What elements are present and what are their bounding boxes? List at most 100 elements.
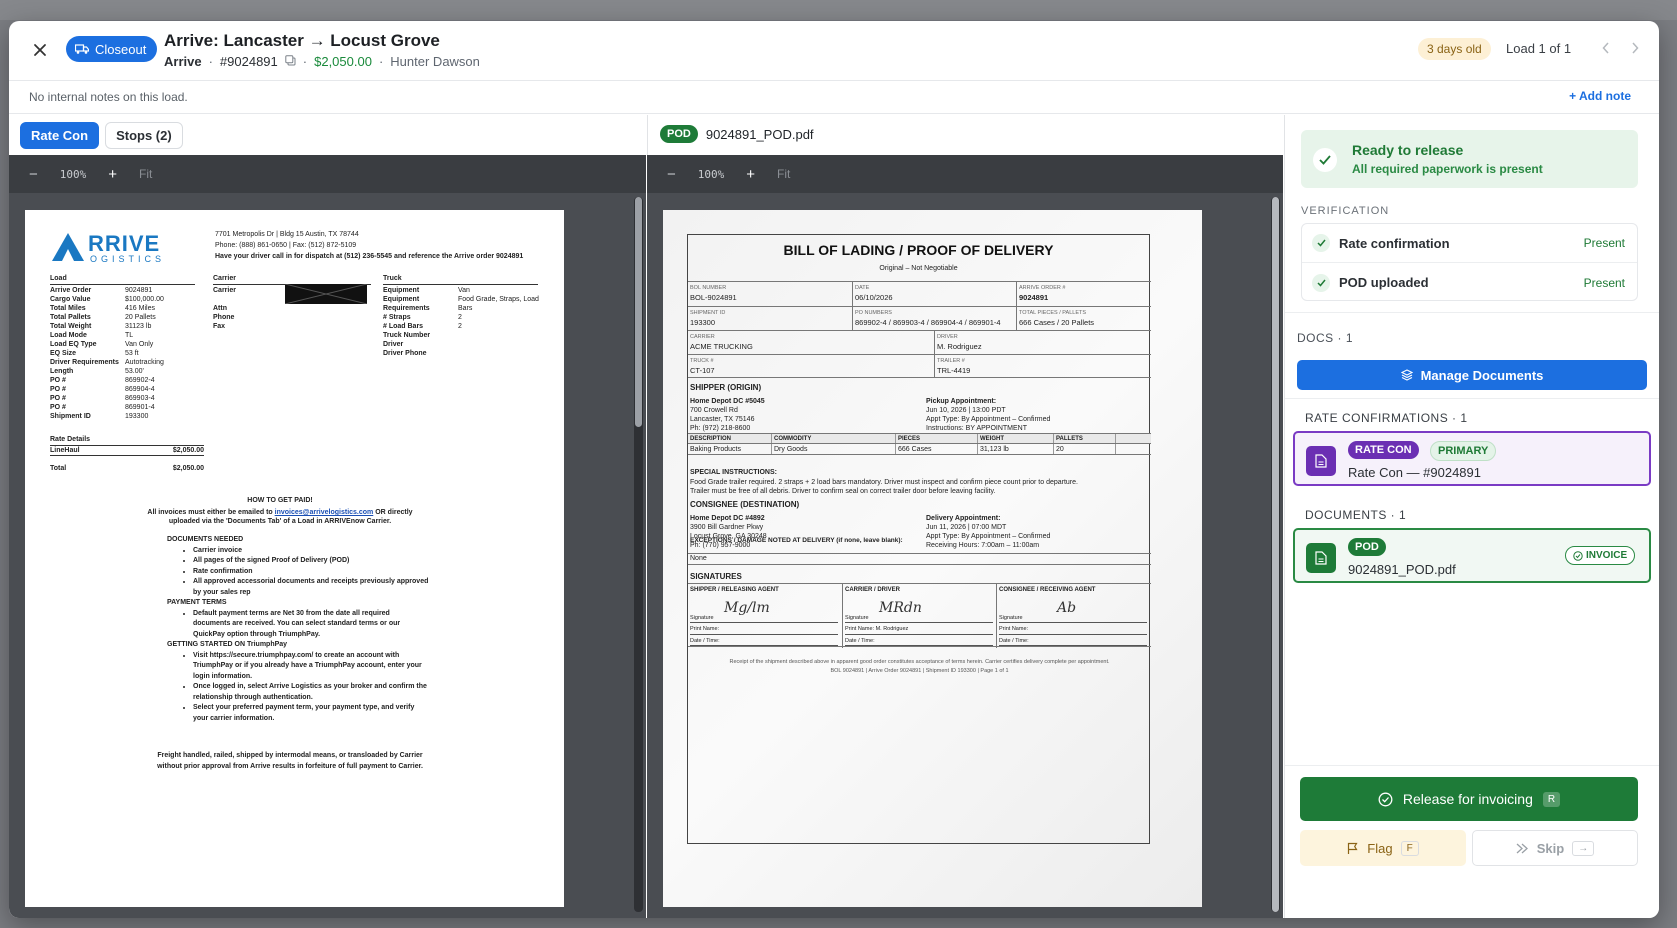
- bol-label: BOL NUMBER: [690, 285, 727, 291]
- bol-delivery-lines: Delivery Appointment: Jun 11, 2026 | 07:0…: [926, 514, 1050, 550]
- arrive-logo: RRIVE OGISTICS: [50, 229, 205, 265]
- bol-cargo-header: DESCRIPTION COMMODITY PIECES WEIGHT PALLETS: [688, 433, 1151, 444]
- bol-print-name: Print Name: M. Rodriguez: [845, 626, 909, 632]
- verification-header: VERIFICATION: [1301, 205, 1390, 217]
- copy-icon: [285, 55, 296, 66]
- rc-key: Driver: [383, 341, 404, 348]
- rc-value: TL: [125, 332, 134, 339]
- bol-signature-mark: Mg/lm: [724, 600, 770, 616]
- rc-list-item: Rate confirmation: [193, 567, 429, 578]
- rc-value: Food Grade, Straps, Load Bars: [458, 296, 539, 312]
- rc-addr-line: 7701 Metropolis Dr | Bldg 15 Austin, TX …: [215, 231, 359, 238]
- copy-button[interactable]: [285, 54, 296, 69]
- pod-card-name: 9024891_POD.pdf: [1348, 562, 1456, 577]
- rc-key: Cargo Value: [50, 296, 91, 303]
- rc-key: Shipment ID: [50, 413, 91, 420]
- bol-cell: TOTAL PIECES / PALLETS 666 Cases / 20 Pal…: [1016, 306, 1151, 330]
- bol-cell: TRAILER # TRL-4419: [934, 354, 1151, 378]
- zoom-in-button[interactable]: +: [746, 166, 755, 183]
- bol-cargo-cell: Dry Goods: [772, 444, 896, 454]
- load-counter: Load 1 of 1: [1506, 41, 1572, 56]
- tab-rate-con[interactable]: Rate Con: [20, 122, 100, 149]
- bol-line: Lancaster, TX 75146: [690, 416, 755, 423]
- rc-key: Driver Phone: [383, 350, 427, 357]
- rc-key: Total Miles: [50, 305, 86, 312]
- close-button[interactable]: [29, 39, 51, 61]
- check-status: Present: [1583, 236, 1625, 250]
- rc-how-text: All invoices must either be emailed to i…: [135, 508, 425, 526]
- divider: [1285, 398, 1659, 399]
- rc-addr-line: Phone: (888) 861-0650 | Fax: (512) 872-5…: [215, 242, 357, 249]
- rc-truck-row: # Straps 2: [383, 313, 543, 322]
- zoom-in-button[interactable]: +: [108, 166, 117, 183]
- manage-documents-button[interactable]: Manage Documents: [1297, 360, 1647, 390]
- rc-value: Van Only: [125, 341, 154, 348]
- rc-value: 9024891: [125, 287, 153, 294]
- bol-sig-line: [845, 634, 993, 635]
- bol-label: DRIVER: [937, 334, 958, 340]
- bol-label: SHIPMENT ID: [690, 310, 726, 316]
- bol-label: CARRIER: [690, 334, 715, 340]
- zoom-out-button[interactable]: −: [667, 166, 676, 183]
- bol-cell: TRUCK # CT-107: [688, 354, 934, 378]
- ready-banner: Ready to release All required paperwork …: [1301, 130, 1638, 188]
- skip-button[interactable]: Skip →: [1472, 830, 1638, 866]
- fit-button[interactable]: Fit: [139, 167, 152, 181]
- bol-signature-mark: Ab: [1057, 600, 1077, 616]
- bol-line: 700 Crowell Rd: [690, 407, 738, 414]
- pdf-viewer[interactable]: RRIVE OGISTICS 7701 Metropolis Dr | Bldg…: [9, 193, 646, 918]
- next-load-button[interactable]: [1626, 39, 1644, 57]
- rc-truck-row: Driver: [383, 340, 543, 349]
- check-pod-uploaded: POD uploaded Present: [1302, 263, 1637, 302]
- rc-how-title: HOW TO GET PAID!: [247, 497, 313, 504]
- pod-card[interactable]: POD 9024891_POD.pdf INVOICE: [1293, 528, 1651, 583]
- release-for-invoicing-button[interactable]: Release for invoicing R: [1300, 777, 1638, 821]
- flag-button[interactable]: Flag F: [1300, 830, 1466, 866]
- chevron-right-icon: [1632, 42, 1639, 54]
- rc-total-value: $2,050.00: [172, 465, 204, 472]
- add-note-button[interactable]: + Add note: [1569, 89, 1631, 103]
- ready-subtitle: All required paperwork is present: [1352, 162, 1543, 176]
- rc-truck-table: Equipment Van Equipment Requirements Food G…: [383, 286, 543, 358]
- redaction-x-icon: [284, 283, 368, 305]
- rc-value: 869902-4: [125, 377, 155, 384]
- scrollbar[interactable]: [1271, 197, 1280, 912]
- load-meta: Arrive · #9024891 · $2,050.00 · Hunter D…: [164, 54, 480, 69]
- flag-label: Flag: [1367, 840, 1393, 856]
- bol-cargo-cell: 31,123 lb: [978, 444, 1054, 454]
- bol-special-1: Food Grade trailer required. 2 straps + …: [690, 479, 1078, 486]
- status-chip[interactable]: Closeout: [66, 36, 158, 62]
- release-label: Release for invoicing: [1402, 791, 1533, 807]
- rc-value: 31123 lb: [125, 323, 152, 330]
- rc-value: 53.00': [125, 368, 144, 375]
- truck-icon: [75, 44, 89, 54]
- rc-docs-list: Carrier invoiceAll pages of the signed P…: [193, 546, 429, 599]
- verification-list: Rate confirmation Present POD uploaded P…: [1301, 223, 1638, 301]
- zoom-out-button[interactable]: −: [29, 166, 38, 183]
- rate-con-card[interactable]: RATE CON PRIMARY Rate Con — #9024891: [1293, 431, 1651, 486]
- rc-linehaul-label: LineHaul: [50, 447, 80, 454]
- prev-load-button[interactable]: [1597, 39, 1615, 57]
- pdf-viewer[interactable]: BILL OF LADING / PROOF OF DELIVERY Origi…: [647, 193, 1283, 918]
- rc-carrier-row: Attn: [213, 304, 363, 313]
- release-shortcut: R: [1542, 791, 1561, 807]
- modal-header: Closeout Arrive: Lancaster → Locust Grov…: [9, 21, 1659, 81]
- scrollbar[interactable]: [634, 197, 643, 912]
- bol-line: Jun 11, 2026 | 07:00 MDT: [926, 524, 1007, 531]
- bol-col-header: PIECES: [896, 434, 978, 443]
- rc-payment-terms: PAYMENT TERMS: [167, 599, 227, 606]
- invoice-tag[interactable]: INVOICE: [1565, 546, 1636, 565]
- skip-label: Skip: [1536, 840, 1565, 856]
- check-circle-icon: [1313, 148, 1337, 172]
- fit-button[interactable]: Fit: [777, 167, 790, 181]
- rc-value: [458, 340, 543, 349]
- bol-line: Delivery Appointment:: [926, 515, 1001, 522]
- rc-total-label: Total: [50, 465, 67, 472]
- bol-sig-line: [690, 622, 838, 623]
- tab-stops[interactable]: Stops (2): [105, 122, 183, 149]
- rc-invoice-email-link[interactable]: invoices@arrivelogistics.com: [275, 509, 374, 516]
- rc-key: PO #: [50, 377, 66, 384]
- check-icon: [1312, 234, 1330, 252]
- rc-key: Total Pallets: [50, 314, 91, 321]
- rc-value: 53 ft: [125, 350, 139, 357]
